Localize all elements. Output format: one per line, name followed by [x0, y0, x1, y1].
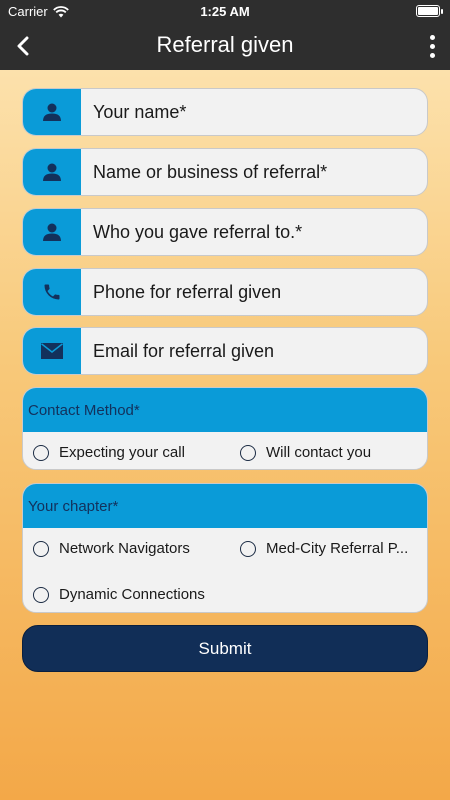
battery-icon: [416, 5, 443, 17]
more-dot: [429, 34, 435, 40]
given-to-field[interactable]: Who you gave referral to.*: [22, 208, 428, 256]
radio-circle: [33, 444, 49, 461]
email-field[interactable]: Email for referral given: [22, 327, 428, 375]
radio-dynamic-connections[interactable]: Dynamic Connections: [33, 586, 205, 603]
phone-field[interactable]: Phone for referral given: [22, 268, 428, 316]
more-dot: [429, 43, 435, 49]
chapter-heading: Your chapter*: [23, 484, 427, 528]
option-label: Will contact you: [266, 444, 372, 461]
your-name-label: Your name*: [93, 101, 187, 122]
page-title: Referral given: [156, 32, 294, 57]
option-label: Med-City Referral P...: [266, 540, 409, 557]
status-bar: Carrier 1:25 AM: [0, 0, 450, 22]
chapter-group: Your chapter* Network Navigators Med-Cit…: [22, 483, 428, 613]
your-name-field[interactable]: Your name*: [22, 88, 428, 136]
phone-label: Phone for referral given: [93, 281, 282, 302]
submit-button[interactable]: Submit: [22, 625, 428, 672]
radio-network-navigators[interactable]: Network Navigators: [33, 540, 190, 557]
radio-circle: [240, 444, 256, 461]
referral-name-field[interactable]: Name or business of referral*: [22, 148, 428, 196]
radio-circle: [33, 540, 49, 557]
phone-icon: [23, 269, 81, 315]
option-label: Dynamic Connections: [59, 586, 205, 603]
more-options-button[interactable]: [424, 32, 440, 60]
option-label: Network Navigators: [59, 540, 190, 557]
nav-bar: Referral given: [0, 22, 450, 70]
contact-method-group: Contact Method* Expecting your call Will…: [22, 387, 428, 470]
radio-circle: [240, 540, 256, 557]
envelope-icon: [23, 328, 81, 374]
radio-circle: [33, 586, 49, 603]
radio-med-city-referral[interactable]: Med-City Referral P...: [240, 540, 408, 557]
given-to-label: Who you gave referral to.*: [93, 221, 303, 242]
contact-method-heading: Contact Method*: [23, 388, 427, 432]
radio-will-contact[interactable]: Will contact you: [240, 444, 371, 461]
referral-name-label: Name or business of referral*: [93, 161, 328, 182]
person-icon: [23, 89, 81, 135]
option-label: Expecting your call: [59, 444, 185, 461]
status-time: 1:25 AM: [200, 4, 250, 19]
more-dot: [429, 52, 435, 58]
person-icon: [23, 149, 81, 195]
person-icon: [23, 209, 81, 255]
email-label: Email for referral given: [93, 340, 275, 361]
radio-expecting-call[interactable]: Expecting your call: [33, 444, 185, 461]
